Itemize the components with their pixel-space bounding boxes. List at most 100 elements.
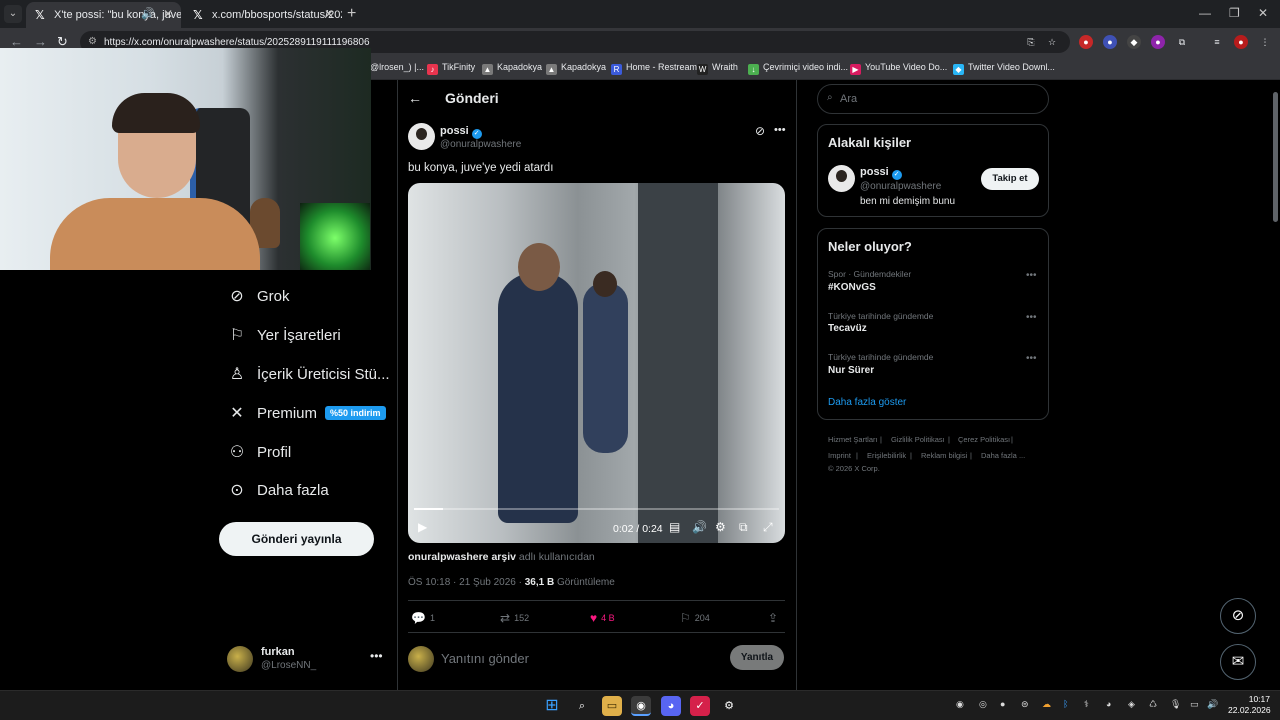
bookmark-item[interactable]: ↓ Çevrimiçi video indi... bbox=[748, 62, 848, 75]
grok-fab[interactable]: ⊘ bbox=[1220, 598, 1256, 634]
speaker-icon[interactable]: 🔊 bbox=[141, 7, 155, 20]
microphone-icon[interactable]: 🎙 bbox=[1170, 699, 1181, 710]
footer-link[interactable]: Daha fazla ... bbox=[981, 451, 1025, 460]
steam-icon[interactable]: ⚙ bbox=[719, 696, 739, 716]
footer-link[interactable]: Çerez Politikası bbox=[958, 435, 1010, 444]
messages-fab[interactable]: ✉ bbox=[1220, 644, 1256, 680]
tray-icon[interactable]: ♺ bbox=[1149, 699, 1157, 710]
trend-item[interactable]: Nur Sürer bbox=[828, 365, 874, 376]
repost-action[interactable]: ⇄ 152 bbox=[500, 611, 529, 625]
discord-icon[interactable]: ◕ bbox=[661, 696, 681, 716]
page-scrollbar[interactable] bbox=[1270, 80, 1280, 690]
extension-icon[interactable]: ◆ bbox=[1127, 35, 1141, 49]
media-control-icon[interactable]: ≡ bbox=[1210, 35, 1224, 49]
discord-tray-icon[interactable]: ◕ bbox=[1106, 699, 1111, 709]
tray-icon[interactable]: ◈ bbox=[1128, 699, 1135, 710]
captions-icon[interactable]: ▤ bbox=[669, 520, 680, 534]
post-button[interactable]: Gönderi yayınla bbox=[219, 522, 374, 556]
person-name[interactable]: possi ✓ bbox=[860, 166, 902, 180]
file-explorer-icon[interactable]: ▭ bbox=[602, 696, 622, 716]
more-icon[interactable]: ••• bbox=[1026, 353, 1037, 364]
extension-icon[interactable]: ● bbox=[1151, 35, 1165, 49]
app-icon[interactable]: ✓ bbox=[690, 696, 710, 716]
avatar[interactable] bbox=[828, 165, 855, 192]
close-window-icon[interactable]: ✕ bbox=[1258, 6, 1268, 20]
bookmark-item[interactable]: ▲ Kapadokya bbox=[546, 62, 606, 75]
footer-link[interactable]: Reklam bilgisi bbox=[921, 451, 967, 460]
post-author-handle[interactable]: @onuralpwashere bbox=[440, 139, 521, 150]
search-icon[interactable]: ⌕ bbox=[572, 696, 592, 716]
like-action[interactable]: ♥ 4 B bbox=[590, 611, 615, 625]
more-icon[interactable]: ••• bbox=[774, 124, 786, 136]
post-author-avatar[interactable] bbox=[408, 123, 435, 150]
bookmark-item[interactable]: W Wraith bbox=[697, 62, 738, 75]
nav-item-more[interactable]: ⊙ Daha fazla bbox=[226, 480, 328, 508]
nav-item-profile[interactable]: ⚇ Profil bbox=[226, 442, 291, 470]
chrome-icon[interactable]: ◉ bbox=[631, 696, 651, 716]
fullscreen-icon[interactable]: ⤢ bbox=[763, 520, 773, 535]
browser-tab-active[interactable]: 𝕏 X'te possi: "bu konya, juve'y 🔊 ✕ bbox=[26, 2, 181, 28]
kebab-menu-icon[interactable]: ⋮ bbox=[1258, 35, 1272, 49]
back-icon[interactable]: ← bbox=[10, 34, 23, 49]
profile-avatar-icon[interactable]: ● bbox=[1234, 35, 1248, 49]
tab-search-button[interactable]: ⌄ bbox=[4, 5, 22, 23]
footer-link[interactable]: Imprint bbox=[828, 451, 851, 460]
footer-link[interactable]: Hizmet Şartları bbox=[828, 435, 878, 444]
close-icon[interactable]: ✕ bbox=[163, 7, 173, 21]
more-icon[interactable]: ••• bbox=[370, 649, 383, 663]
nav-item-grok[interactable]: ⊘ Grok bbox=[226, 286, 289, 314]
footer-link[interactable]: Gizlilik Politikası bbox=[891, 435, 945, 444]
close-icon[interactable]: ✕ bbox=[324, 7, 334, 21]
grok-icon[interactable]: ⊘ bbox=[755, 124, 765, 138]
system-clock[interactable]: 10:17 22.02.2026 bbox=[1228, 694, 1271, 716]
browser-tab[interactable]: 𝕏 x.com/bbosports/status/20252 ✕ bbox=[184, 2, 342, 28]
windows-start-icon[interactable]: ⊞ bbox=[542, 696, 562, 716]
post-author-name[interactable]: possi ✓ bbox=[440, 125, 482, 139]
extension-icon[interactable]: ● bbox=[1103, 35, 1117, 49]
bookmark-item[interactable]: ♪ TikFinity bbox=[427, 62, 475, 75]
tray-icon[interactable]: ● bbox=[1000, 699, 1005, 709]
person-handle[interactable]: @onuralpwashere bbox=[860, 181, 941, 192]
pip-icon[interactable]: ⧉ bbox=[739, 520, 748, 535]
video-player[interactable]: ▶ 0:02 / 0:24 ▤ 🔊 ⚙ ⧉ ⤢ bbox=[408, 183, 785, 543]
restore-icon[interactable]: ❐ bbox=[1229, 6, 1240, 20]
back-arrow-icon[interactable]: ← bbox=[408, 90, 422, 106]
bluetooth-icon[interactable]: ᛒ bbox=[1063, 699, 1068, 709]
chrome-tray-icon[interactable]: ◉ bbox=[956, 699, 964, 710]
minimize-icon[interactable]: — bbox=[1199, 6, 1211, 20]
more-icon[interactable]: ••• bbox=[1026, 312, 1037, 323]
star-icon[interactable]: ☆ bbox=[1045, 35, 1059, 49]
cloud-icon[interactable]: ☁ bbox=[1042, 699, 1051, 710]
extension-icon[interactable]: ● bbox=[1079, 35, 1093, 49]
nav-item-creator-studio[interactable]: ♙ İçerik Üreticisi Stü... bbox=[226, 364, 390, 392]
trend-item[interactable]: Tecavüz bbox=[828, 323, 867, 334]
nav-item-bookmarks[interactable]: ⚐ Yer İşaretleri bbox=[226, 325, 341, 353]
search-input[interactable]: ⌕ Ara bbox=[817, 84, 1049, 114]
footer-link[interactable]: Erişilebilirlik bbox=[867, 451, 906, 460]
install-app-icon[interactable]: ⎘ bbox=[1024, 35, 1038, 49]
reply-input[interactable]: Yanıtını gönder bbox=[441, 651, 529, 666]
show-more-link[interactable]: Daha fazla göster bbox=[828, 397, 906, 408]
more-icon[interactable]: ••• bbox=[1026, 270, 1037, 281]
share-action[interactable]: ⇪ bbox=[768, 611, 782, 625]
reply-action[interactable]: 💬 1 bbox=[411, 611, 435, 625]
tray-icon[interactable]: ◎ bbox=[979, 699, 987, 710]
nav-item-premium[interactable]: ✕ Premium %50 indirim bbox=[226, 403, 386, 431]
network-icon[interactable]: ▭ bbox=[1190, 699, 1199, 710]
forward-icon[interactable]: → bbox=[34, 34, 47, 49]
volume-icon[interactable]: 🔊 bbox=[692, 520, 707, 534]
bookmark-item[interactable]: ◆ Twitter Video Downl... bbox=[953, 62, 1055, 75]
scroll-thumb[interactable] bbox=[1273, 92, 1278, 222]
tray-icon[interactable]: ⊜ bbox=[1021, 699, 1029, 710]
bookmark-action[interactable]: ⚐ 204 bbox=[680, 611, 710, 625]
settings-icon[interactable]: ⚙ bbox=[715, 520, 726, 534]
new-tab-button[interactable]: + bbox=[347, 5, 356, 23]
tray-icon[interactable]: ⚕ bbox=[1084, 699, 1089, 710]
volume-icon[interactable]: 🔊 bbox=[1207, 699, 1218, 710]
account-switcher[interactable]: furkan @LroseNN_ ••• bbox=[227, 644, 387, 674]
site-info-icon[interactable]: ⚙ bbox=[88, 36, 97, 47]
reply-button[interactable]: Yanıtla bbox=[730, 645, 784, 670]
bookmark-item[interactable]: ▶ YouTube Video Do... bbox=[850, 62, 947, 75]
archive-attribution[interactable]: onuralpwashere arşiv adlı kullanıcıdan bbox=[408, 551, 595, 563]
bookmark-item[interactable]: R Home - Restream bbox=[611, 62, 697, 75]
